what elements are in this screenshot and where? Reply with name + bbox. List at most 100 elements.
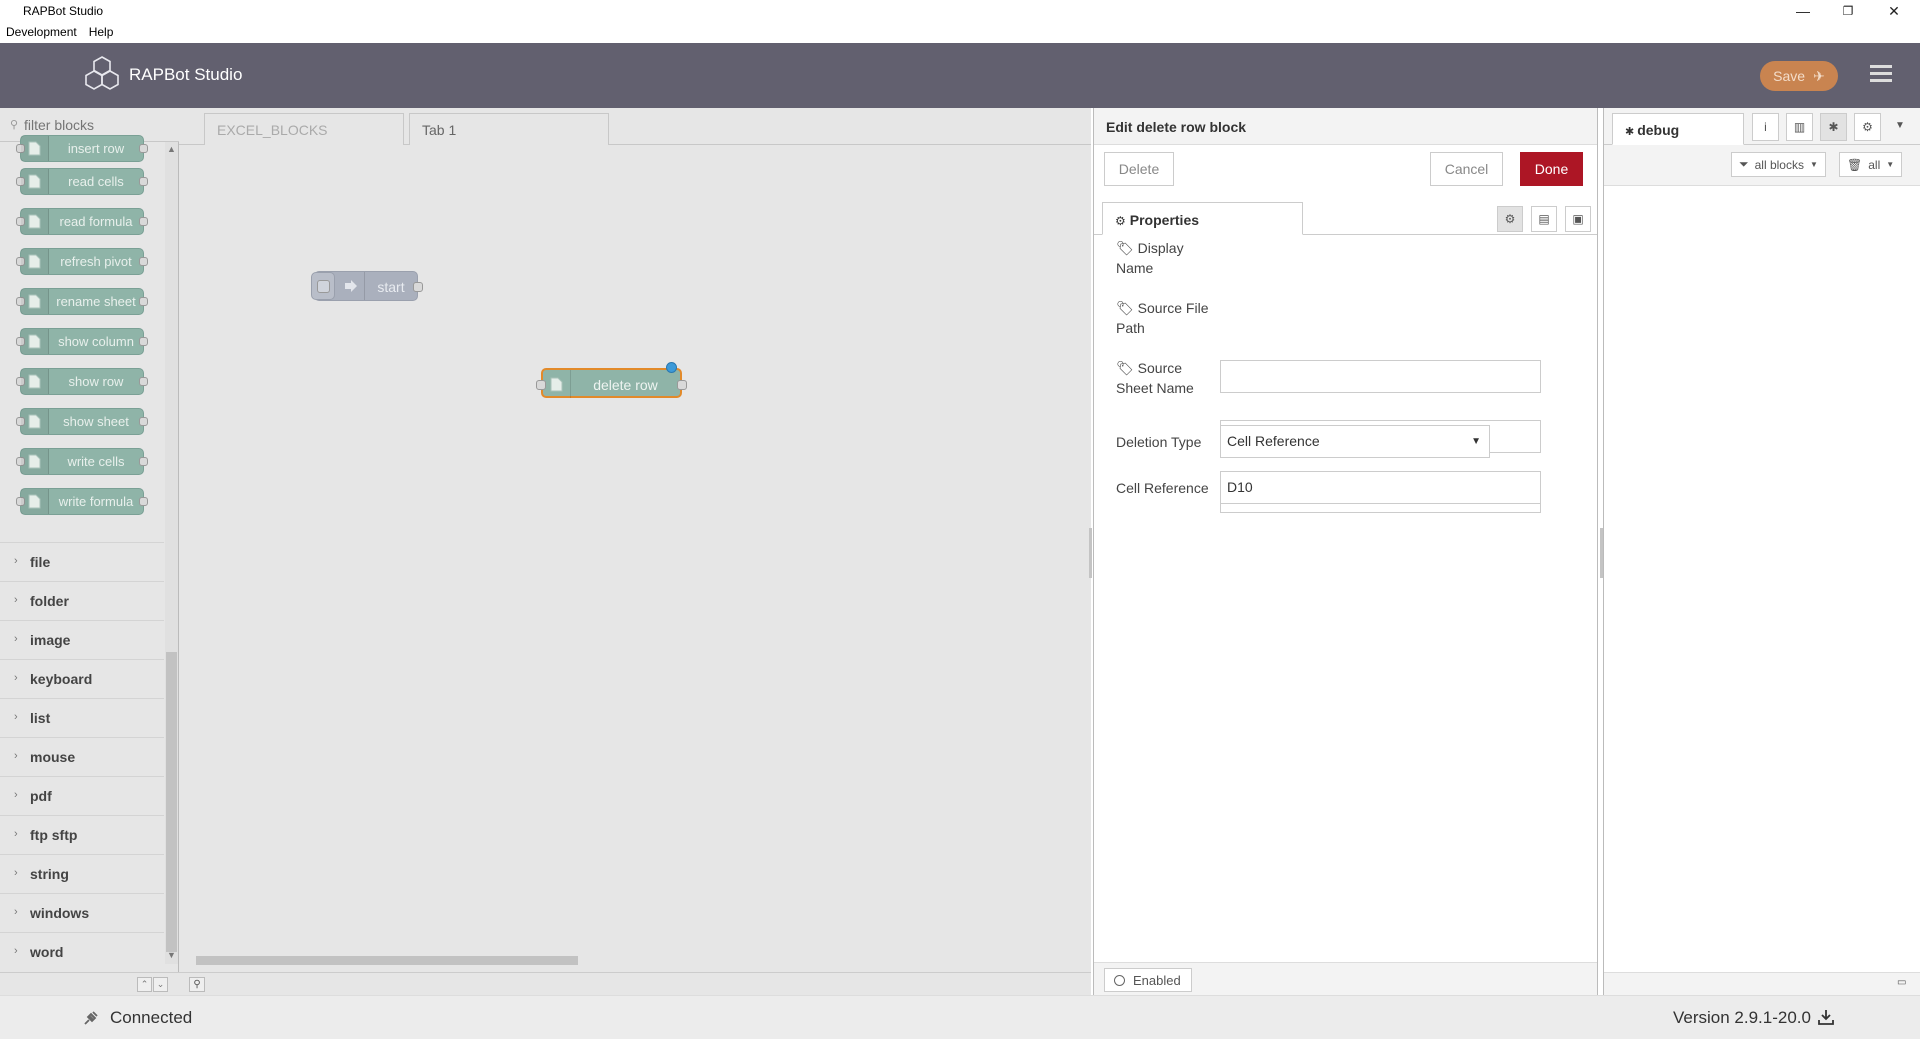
palette-node[interactable]: show sheet bbox=[16, 408, 148, 435]
save-label: Save bbox=[1773, 68, 1806, 84]
palette-category-label: word bbox=[30, 944, 64, 960]
cancel-button[interactable]: Cancel bbox=[1430, 152, 1503, 186]
gear-icon: ⚙ bbox=[1115, 214, 1126, 228]
collapse-all-icon[interactable]: ⌃ bbox=[137, 977, 152, 992]
document-icon bbox=[21, 209, 49, 234]
palette-category[interactable]: › mouse bbox=[0, 737, 164, 776]
cell-reference-field[interactable]: D10 bbox=[1220, 471, 1541, 504]
delete-row-node[interactable]: delete row bbox=[536, 362, 687, 398]
palette-node-label: write cells bbox=[67, 454, 125, 469]
source-sheet-name-row: 🏷 Source Sheet Name Sheet1 bbox=[1116, 358, 1576, 513]
palette-node-label: show column bbox=[58, 334, 134, 349]
palette-node[interactable]: write formula bbox=[16, 488, 148, 515]
tab-tab-1[interactable]: Tab 1 bbox=[409, 113, 609, 145]
delete-button[interactable]: Delete bbox=[1104, 152, 1174, 186]
palette-category[interactable]: › ftp sftp bbox=[0, 815, 164, 854]
start-output-port[interactable] bbox=[413, 282, 423, 292]
source-file-path-row: 🏷 Source File Path D:\sample.xlsx bbox=[1116, 298, 1576, 453]
start-node-label: start bbox=[377, 279, 405, 295]
palette-category[interactable]: › image bbox=[0, 620, 164, 659]
palette-category[interactable]: › file bbox=[0, 542, 164, 581]
palette-category[interactable]: › folder bbox=[0, 581, 164, 620]
expand-all-icon[interactable]: ⌄ bbox=[153, 977, 168, 992]
editor-title: Edit delete row block bbox=[1106, 119, 1247, 135]
monitor-icon[interactable]: ▭ bbox=[1897, 977, 1913, 992]
flow-canvas[interactable]: start delete row bbox=[179, 145, 1091, 963]
main-menu-icon[interactable] bbox=[1870, 65, 1892, 83]
scroll-up-icon[interactable]: ▲ bbox=[167, 144, 176, 154]
palette-node-label: read cells bbox=[68, 174, 124, 189]
palette-node-label: insert row bbox=[67, 141, 125, 156]
palette-node[interactable]: write cells bbox=[16, 448, 148, 475]
palette-node-label: show sheet bbox=[63, 414, 129, 429]
connection-status: Connected bbox=[82, 1008, 192, 1028]
start-trigger-button[interactable] bbox=[311, 272, 335, 300]
start-node[interactable]: start bbox=[311, 271, 423, 301]
palette-category[interactable]: › string bbox=[0, 854, 164, 893]
done-button[interactable]: Done bbox=[1520, 152, 1583, 186]
description-icon[interactable]: ▤ bbox=[1531, 206, 1557, 232]
palette-node[interactable]: rename sheet bbox=[16, 288, 148, 315]
appearance-icon[interactable]: ▣ bbox=[1565, 206, 1591, 232]
chevron-right-icon: › bbox=[14, 906, 18, 918]
download-icon[interactable] bbox=[1817, 1008, 1835, 1026]
palette-category-label: windows bbox=[30, 905, 90, 921]
palette-node[interactable]: insert row bbox=[16, 135, 148, 162]
close-button[interactable]: ✕ bbox=[1872, 0, 1916, 22]
document-icon bbox=[21, 369, 49, 394]
deletion-type-value: Cell Reference bbox=[1227, 433, 1320, 449]
minimize-button[interactable]: — bbox=[1781, 0, 1825, 22]
palette-scrollbar[interactable]: ▲ ▼ bbox=[165, 142, 178, 964]
info-icon[interactable]: i bbox=[1752, 113, 1779, 141]
zoom-search-icon[interactable]: ⚲ bbox=[189, 977, 205, 992]
editor-splitter[interactable] bbox=[1089, 528, 1092, 578]
workspace-hscroll-thumb[interactable] bbox=[196, 956, 578, 965]
palette-category[interactable]: › windows bbox=[0, 893, 164, 932]
output-port bbox=[139, 177, 148, 186]
menu-help[interactable]: Help bbox=[89, 25, 114, 39]
palette-node[interactable]: refresh pivot bbox=[16, 248, 148, 275]
filter-blocks-dropdown[interactable]: ⏷ all blocks ▼ bbox=[1731, 152, 1826, 177]
menu-development[interactable]: Development bbox=[6, 25, 77, 39]
scroll-down-icon[interactable]: ▼ bbox=[167, 950, 176, 960]
sidebar-dropdown-icon[interactable]: ▼ bbox=[1895, 120, 1905, 131]
tag-icon: 🏷 bbox=[1116, 300, 1134, 316]
tab-properties[interactable]: ⚙ Properties bbox=[1102, 202, 1303, 235]
output-port bbox=[139, 377, 148, 386]
connection-label: Connected bbox=[110, 1008, 193, 1027]
editor-footer: Enabled bbox=[1094, 962, 1597, 995]
delete-row-input-port[interactable] bbox=[536, 380, 546, 390]
document-icon bbox=[21, 289, 49, 314]
settings-icon[interactable]: ⚙ bbox=[1497, 206, 1523, 232]
palette-node[interactable]: show column bbox=[16, 328, 148, 355]
version-label: Version 2.9.1-20.0 bbox=[1673, 1008, 1811, 1027]
palette-scroll-thumb[interactable] bbox=[166, 652, 177, 952]
palette-category[interactable]: › keyboard bbox=[0, 659, 164, 698]
deletion-type-select[interactable]: Cell Reference ▼ bbox=[1220, 425, 1490, 458]
palette-node[interactable]: read cells bbox=[16, 168, 148, 195]
output-port bbox=[139, 217, 148, 226]
save-button[interactable]: Save ✈ bbox=[1760, 61, 1838, 91]
enabled-toggle[interactable]: Enabled bbox=[1104, 968, 1192, 992]
palette-footer: ⌃ ⌄ bbox=[0, 972, 179, 995]
tab-excel-blocks[interactable]: EXCEL_BLOCKS bbox=[204, 113, 404, 145]
book-icon[interactable]: ▥ bbox=[1786, 113, 1813, 141]
debug-bug-icon[interactable]: ✱ bbox=[1820, 113, 1847, 141]
delete-row-output-port[interactable] bbox=[677, 380, 687, 390]
workspace-hscrollbar[interactable] bbox=[184, 954, 1089, 967]
editor-header: Edit delete row block bbox=[1094, 108, 1597, 145]
palette-category[interactable]: › pdf bbox=[0, 776, 164, 815]
tab-debug[interactable]: ✱ debug bbox=[1612, 113, 1744, 145]
block-palette: ⚲ insert row read cells read formula refres… bbox=[0, 108, 179, 995]
palette-node[interactable]: show row bbox=[16, 368, 148, 395]
chevron-right-icon: › bbox=[14, 633, 18, 645]
document-icon bbox=[21, 249, 49, 274]
palette-category[interactable]: › list bbox=[0, 698, 164, 737]
maximize-button[interactable]: ❐ bbox=[1826, 0, 1870, 22]
palette-node[interactable]: read formula bbox=[16, 208, 148, 235]
clear-messages-dropdown[interactable]: 🗑 all ▼ bbox=[1839, 152, 1903, 177]
chevron-right-icon: › bbox=[14, 789, 18, 801]
config-gear-icon[interactable]: ⚙ bbox=[1854, 113, 1881, 141]
palette-category[interactable]: › word bbox=[0, 932, 164, 971]
filter-blocks-input[interactable] bbox=[24, 115, 164, 135]
